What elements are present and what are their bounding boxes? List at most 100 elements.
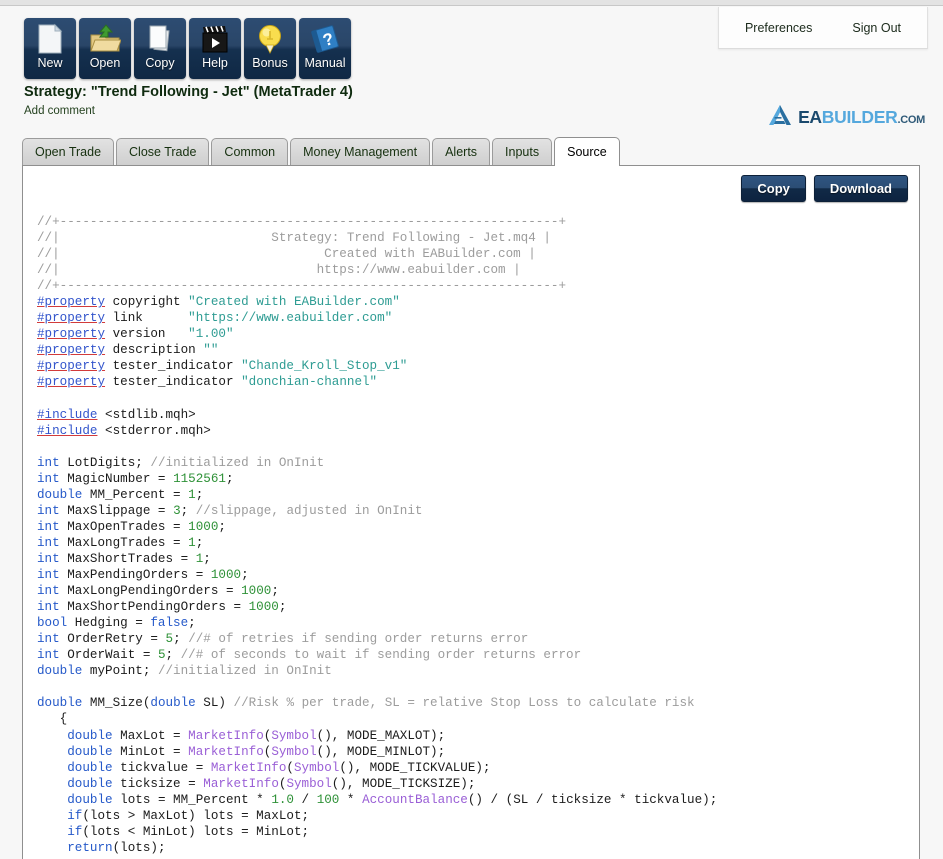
code-token-com: //+-------------------------------------… bbox=[37, 279, 567, 294]
download-button[interactable]: Download bbox=[813, 175, 908, 202]
code-token-id bbox=[37, 777, 67, 791]
preferences-link[interactable]: Preferences bbox=[745, 21, 812, 35]
toolbar-button-manual[interactable]: ? Manual bbox=[299, 18, 351, 79]
code-token-id: ; bbox=[188, 616, 196, 631]
lightbulb-icon bbox=[244, 18, 296, 56]
code-token-id bbox=[37, 745, 67, 759]
code-token-id: (lots); bbox=[112, 840, 166, 855]
code-token-id: ; bbox=[195, 487, 204, 502]
code-token-num: 3 bbox=[173, 503, 181, 518]
copy-button[interactable]: Copy bbox=[741, 175, 806, 202]
toolbar-button-copy[interactable]: Copy bbox=[134, 18, 186, 79]
code-line: #property tester_indicator "Chande_Kroll… bbox=[37, 358, 915, 374]
tab-common[interactable]: Common bbox=[211, 138, 289, 165]
code-token-kw: double bbox=[37, 664, 83, 679]
tab-inputs[interactable]: Inputs bbox=[492, 138, 553, 165]
code-token-num: 1152561 bbox=[173, 471, 226, 486]
code-line: //| Strategy: Trend Following - Jet.mq4 … bbox=[37, 230, 915, 246]
code-token-id: MaxLongTrades = bbox=[59, 535, 189, 550]
code-line: int LotDigits; //initialized in OnInit bbox=[37, 455, 915, 471]
code-token-com: //| Created with EABuilder.com | bbox=[37, 247, 536, 262]
code-token-fn: MarketInfo bbox=[188, 744, 264, 759]
code-token-id: OrderWait = bbox=[59, 648, 158, 663]
code-token-id: ; bbox=[180, 503, 196, 518]
code-token-id: / bbox=[294, 792, 317, 807]
toolbar-button-bonus[interactable]: Bonus bbox=[244, 18, 296, 79]
code-token-id: ; bbox=[241, 568, 249, 583]
code-token-fn: Symbol bbox=[293, 760, 340, 775]
code-token-id: (), MODE_TICKVALUE); bbox=[339, 760, 491, 775]
tab-label: Inputs bbox=[505, 145, 540, 159]
tab-close-trade[interactable]: Close Trade bbox=[116, 138, 210, 165]
code-token-kw: int bbox=[37, 648, 60, 663]
add-comment-link[interactable]: Add comment bbox=[24, 105, 95, 117]
toolbar-button-label: Bonus bbox=[252, 56, 288, 70]
code-token-id: SL) bbox=[195, 696, 234, 711]
toolbar-button-label: Help bbox=[202, 56, 228, 70]
code-token-id: (), MODE_MAXLOT); bbox=[316, 728, 446, 743]
question-book-icon: ? bbox=[299, 18, 351, 56]
tab-bar: Open Trade Close Trade Common Money Managem… bbox=[22, 137, 622, 166]
code-token-id bbox=[37, 793, 67, 807]
code-token-str: "" bbox=[203, 343, 219, 358]
video-clapperboard-icon bbox=[189, 18, 241, 56]
code-line: #property link "https://www.eabuilder.co… bbox=[37, 310, 915, 326]
code-token-kw: int bbox=[37, 519, 60, 534]
code-token-id: tester_indicator bbox=[105, 375, 242, 390]
code-token-num: 1000 bbox=[248, 600, 279, 615]
code-line: double MaxLot = MarketInfo(Symbol(), MOD… bbox=[37, 728, 915, 744]
code-token-pp: #property bbox=[37, 375, 106, 390]
code-token-com: //# of seconds to wait if sending order … bbox=[180, 648, 582, 663]
code-token-id bbox=[37, 809, 67, 823]
code-token-fn: Symbol bbox=[286, 776, 332, 791]
code-line: int MaxLongTrades = 1; bbox=[37, 535, 915, 551]
toolbar-button-open[interactable]: Open bbox=[79, 18, 131, 79]
toolbar-button-label: Copy bbox=[145, 56, 175, 70]
code-token-id: (), MODE_TICKSIZE); bbox=[331, 776, 476, 791]
code-token-id: link bbox=[105, 311, 189, 326]
code-token-num: 1 bbox=[188, 535, 196, 550]
code-token-pp: #property bbox=[37, 359, 106, 374]
toolbar-button-label: Open bbox=[89, 56, 121, 70]
source-code-view[interactable]: //+-------------------------------------… bbox=[37, 214, 915, 859]
toolbar-button-new[interactable]: New bbox=[24, 18, 76, 79]
code-token-kw: int bbox=[37, 568, 60, 583]
code-token-id: MinLot = bbox=[112, 744, 189, 759]
code-line: #property description "" bbox=[37, 342, 915, 358]
tab-source[interactable]: Source bbox=[554, 137, 620, 166]
code-token-num: 1000 bbox=[241, 584, 272, 599]
tab-alerts[interactable]: Alerts bbox=[432, 138, 491, 165]
code-line: int OrderWait = 5; //# of seconds to wai… bbox=[37, 647, 915, 663]
tab-open-trade[interactable]: Open Trade bbox=[22, 138, 115, 165]
code-line: double lots = MM_Percent * 1.0 / 100 * A… bbox=[37, 792, 915, 808]
code-token-num: 5 bbox=[165, 632, 174, 647]
code-token-num: 5 bbox=[157, 648, 166, 663]
code-token-kw: double bbox=[67, 744, 113, 759]
code-token-id: ; bbox=[173, 632, 189, 647]
code-token-id: copyright bbox=[105, 295, 189, 310]
code-token-id: MaxOpenTrades = bbox=[59, 519, 189, 534]
logo-dotcom-text: .COM bbox=[897, 114, 925, 126]
code-line: #property copyright "Created with EABuil… bbox=[37, 294, 915, 310]
code-token-fn: MarketInfo bbox=[188, 728, 264, 743]
tab-money-management[interactable]: Money Management bbox=[290, 138, 431, 165]
logo-builder-text: BUILDER bbox=[821, 107, 898, 127]
code-token-id: description bbox=[105, 343, 204, 358]
code-token-com: //| Strategy: Trend Following - Jet.mq4 … bbox=[37, 231, 551, 246]
logo-mark-icon bbox=[768, 104, 792, 131]
code-token-str: "1.00" bbox=[188, 327, 234, 342]
code-token-pp: #include bbox=[37, 407, 98, 422]
code-token-pp: #property bbox=[37, 311, 106, 326]
code-line: double myPoint; //initialized in OnInit bbox=[37, 663, 915, 679]
code-token-pp: #property bbox=[37, 327, 106, 342]
open-folder-icon bbox=[79, 18, 131, 56]
tab-label: Money Management bbox=[303, 145, 418, 159]
toolbar-button-help[interactable]: Help bbox=[189, 18, 241, 79]
code-line: double MM_Size(double SL) //Risk % per t… bbox=[37, 695, 915, 711]
code-line: //| Created with EABuilder.com | bbox=[37, 246, 915, 262]
code-token-com: //Risk % per trade, SL = relative Stop L… bbox=[233, 696, 695, 711]
sign-out-link[interactable]: Sign Out bbox=[852, 21, 901, 35]
